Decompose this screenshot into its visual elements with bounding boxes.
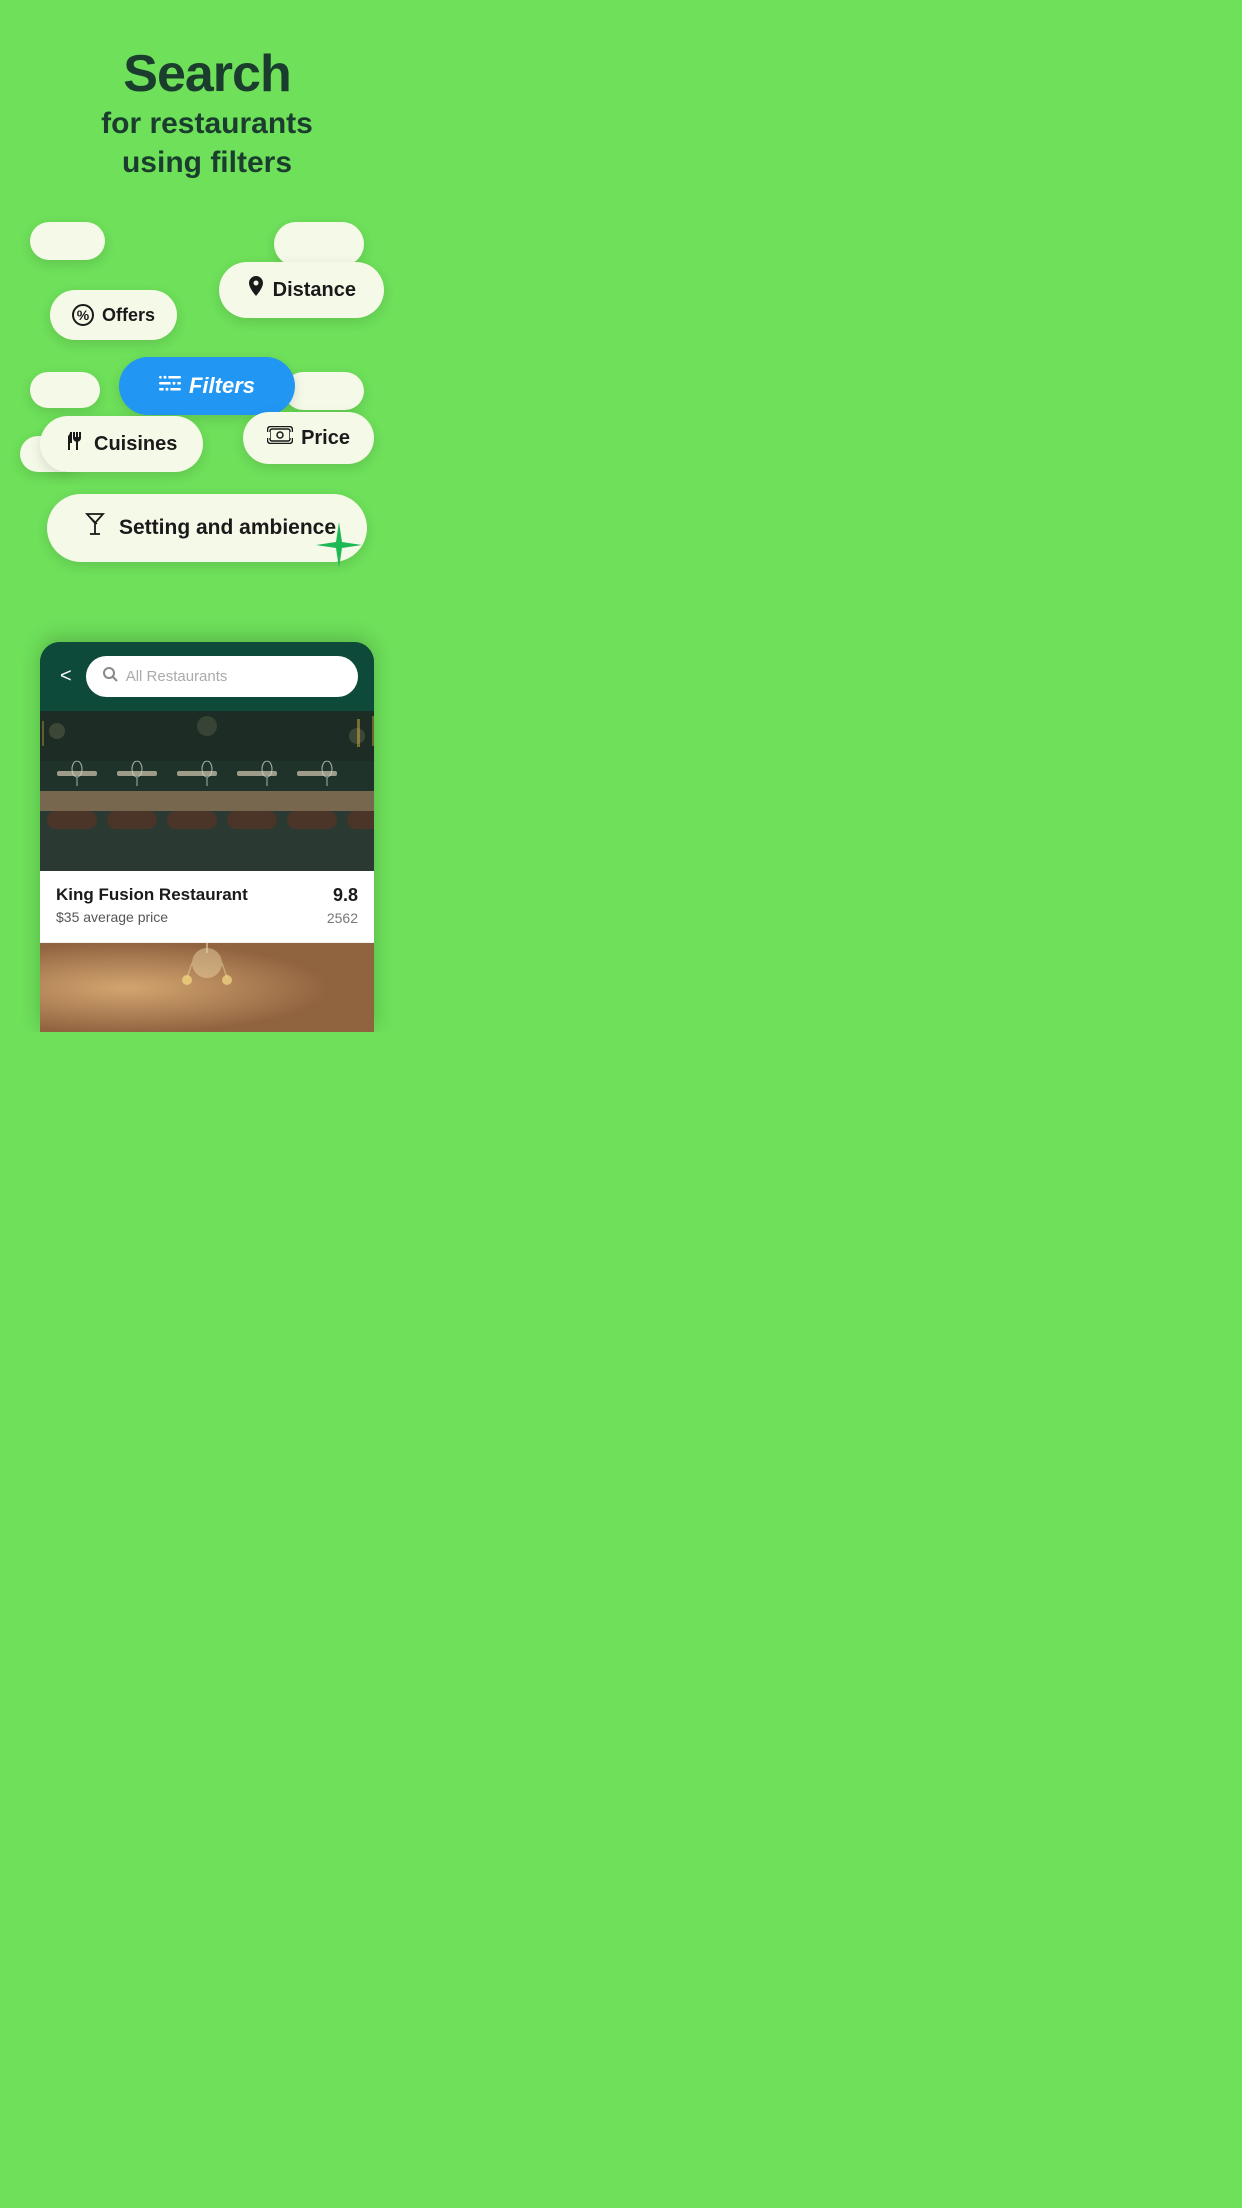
offers-filter-pill[interactable]: % Offers [50,290,177,340]
offers-icon: % [72,304,94,326]
price-label: Price [301,427,350,450]
search-input-container[interactable]: All Restaurants [86,656,358,697]
page-container: Search for restaurants using filters % O… [0,0,414,1032]
cuisines-label: Cuisines [94,433,177,456]
offers-label: Offers [102,305,155,326]
page-title: Search [40,48,374,100]
price-filter-pill[interactable]: Price [243,412,374,464]
cocktail-icon [83,512,107,544]
sliders-icon [159,373,181,399]
cuisines-icon [66,430,86,458]
restaurant-price: $35 average price [56,909,327,925]
decorative-pill-3 [30,372,100,408]
search-icon [102,666,118,687]
price-icon [267,426,293,450]
restaurant-details-left: King Fusion Restaurant $35 average price [56,885,327,925]
decorative-pill-1 [30,222,105,260]
distance-label: Distance [273,279,356,302]
cuisines-filter-pill[interactable]: Cuisines [40,416,203,472]
restaurant-details-right: 9.8 2562 [327,885,358,926]
app-search-bar: < All Restaurants [40,642,374,711]
restaurant-card-2-peek [40,942,374,1032]
restaurant-reviews: 2562 [327,910,358,926]
back-button[interactable]: < [56,665,76,688]
sparkle-icon [314,520,364,570]
setting-label: Setting and ambience [119,516,336,540]
restaurant-card-2-image [40,943,374,1032]
restaurant-rating: 9.8 [327,885,358,906]
decorative-pill-2 [274,222,364,266]
page-subtitle: for restaurants using filters [40,104,374,182]
distance-filter-pill[interactable]: Distance [219,262,384,318]
pills-area: % Offers Distance [0,212,414,642]
location-icon [247,276,265,304]
restaurant-name: King Fusion Restaurant [56,885,327,905]
restaurant-image [40,711,374,871]
header: Search for restaurants using filters [0,0,414,202]
decorative-pill-4 [284,372,364,410]
restaurant-card-1[interactable]: King Fusion Restaurant $35 average price… [40,711,374,942]
restaurant-info: King Fusion Restaurant $35 average price… [40,871,374,942]
filters-pill[interactable]: Filters [119,357,295,415]
search-placeholder: All Restaurants [126,668,228,685]
filters-label: Filters [189,373,255,399]
app-preview: < All Restaurants [40,642,374,1032]
